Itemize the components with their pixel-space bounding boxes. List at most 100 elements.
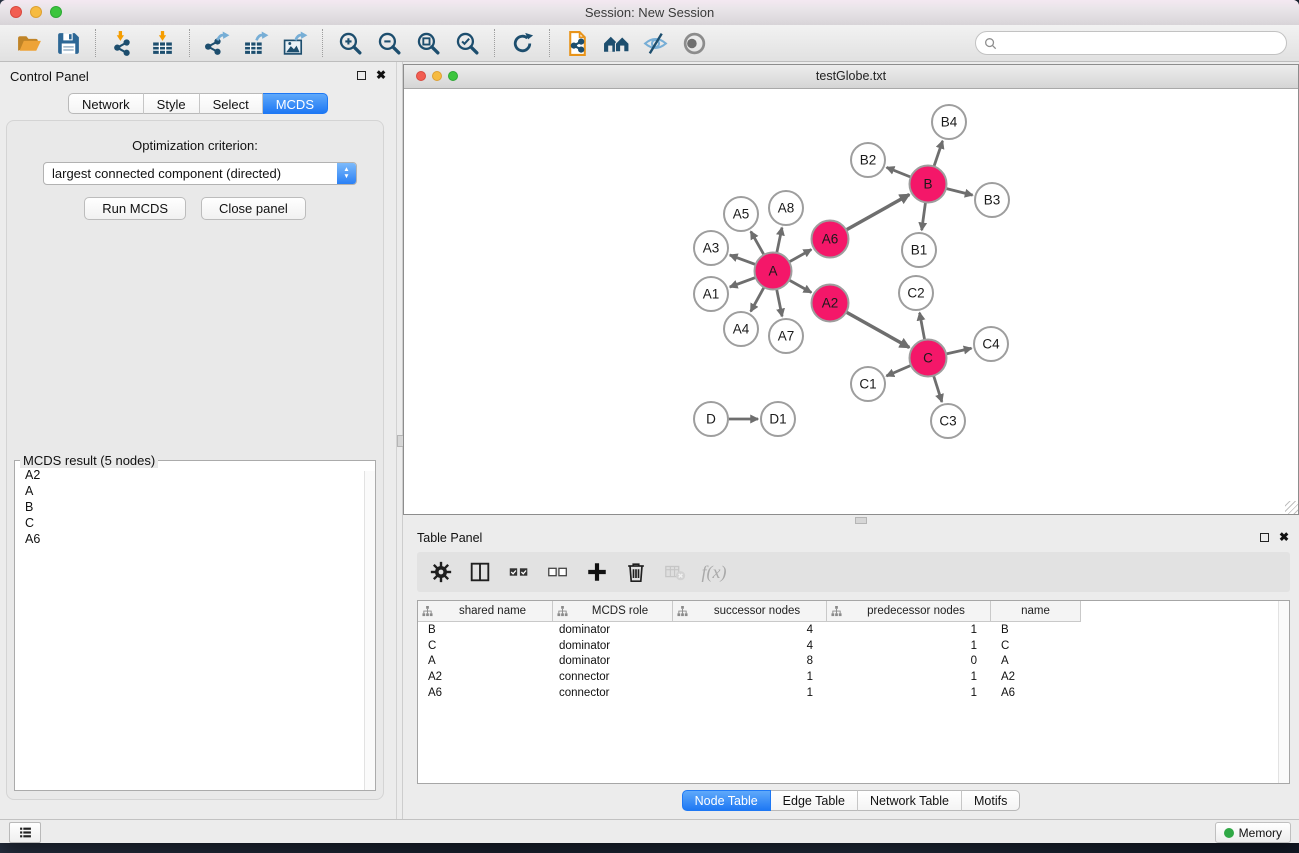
result-scrollbar[interactable] — [364, 471, 375, 790]
run-mcds-button[interactable]: Run MCDS — [84, 197, 186, 220]
table-row[interactable]: A2connector11A2 — [418, 669, 1081, 685]
network-canvas[interactable]: B4B2BB3A5A8A6B1A3AC2A1A2A4A7C4CC1C3DD1 — [404, 89, 1298, 514]
table-scrollbar[interactable] — [1278, 601, 1289, 783]
float-panel-icon[interactable] — [357, 71, 366, 80]
export-network-button[interactable] — [198, 27, 237, 59]
graph-node-A6[interactable]: A6 — [812, 221, 849, 258]
graph-node-C4[interactable]: C4 — [974, 327, 1008, 361]
table-cell[interactable]: 1 — [827, 624, 991, 636]
graph-node-B2[interactable]: B2 — [851, 143, 885, 177]
gear-button[interactable] — [426, 557, 456, 587]
split-column-button[interactable] — [465, 557, 495, 587]
table-row[interactable]: Bdominator41B — [418, 622, 1081, 638]
net-minimize-button[interactable] — [432, 71, 442, 81]
tab-network-table[interactable]: Network Table — [858, 790, 962, 811]
zoom-fit-button[interactable] — [409, 27, 448, 59]
graph-node-B1[interactable]: B1 — [902, 233, 936, 267]
graph-node-C2[interactable]: C2 — [899, 276, 933, 310]
checked-rows-button[interactable] — [504, 557, 534, 587]
graph-node-A[interactable]: A — [755, 253, 792, 290]
table-cell[interactable]: B — [991, 624, 1081, 636]
import-table-button[interactable] — [143, 27, 182, 59]
tab-mcds[interactable]: MCDS — [263, 93, 328, 114]
graph-node-A3[interactable]: A3 — [694, 231, 728, 265]
net-close-button[interactable] — [416, 71, 426, 81]
graph-node-A4[interactable]: A4 — [724, 312, 758, 346]
table-cell[interactable]: A — [991, 655, 1081, 667]
table-cell[interactable]: 4 — [673, 640, 827, 652]
table-cell[interactable]: C — [418, 640, 553, 652]
import-network-button[interactable] — [104, 27, 143, 59]
close-window-button[interactable] — [10, 6, 22, 18]
table-row[interactable]: Adominator80A — [418, 654, 1081, 670]
table-cell[interactable]: 1 — [827, 640, 991, 652]
zoom-in-button[interactable] — [331, 27, 370, 59]
memory-button[interactable]: Memory — [1215, 822, 1291, 843]
graph-node-A2[interactable]: A2 — [812, 285, 849, 322]
table-cell[interactable]: dominator — [553, 624, 673, 636]
save-button[interactable] — [49, 27, 88, 59]
graph-node-A7[interactable]: A7 — [769, 319, 803, 353]
tab-motifs[interactable]: Motifs — [962, 790, 1020, 811]
graph-node-A8[interactable]: A8 — [769, 191, 803, 225]
vertical-splitter[interactable] — [396, 62, 403, 820]
zoom-window-button[interactable] — [50, 6, 62, 18]
graph-node-B4[interactable]: B4 — [932, 105, 966, 139]
graph-node-B3[interactable]: B3 — [975, 183, 1009, 217]
zoom-selected-button[interactable] — [448, 27, 487, 59]
column-header-shared-name[interactable]: shared name — [418, 601, 553, 621]
search-input[interactable] — [1002, 35, 1278, 51]
eye-button[interactable] — [675, 27, 714, 59]
eye-slash-button[interactable] — [636, 27, 675, 59]
column-header-MCDS-role[interactable]: MCDS role — [553, 601, 673, 621]
task-list-button[interactable] — [9, 822, 41, 843]
table-cell[interactable]: 4 — [673, 624, 827, 636]
tab-edge-table[interactable]: Edge Table — [771, 790, 858, 811]
table-cell[interactable]: A — [418, 655, 553, 667]
search-box[interactable] — [975, 31, 1287, 55]
tab-node-table[interactable]: Node Table — [682, 790, 771, 811]
graph-node-A5[interactable]: A5 — [724, 197, 758, 231]
double-house-button[interactable] — [597, 27, 636, 59]
net-zoom-button[interactable] — [448, 71, 458, 81]
table-cell[interactable]: C — [991, 640, 1081, 652]
graph-node-B[interactable]: B — [910, 166, 947, 203]
graph-node-D1[interactable]: D1 — [761, 402, 795, 436]
tab-style[interactable]: Style — [144, 93, 200, 114]
table-cell[interactable]: A6 — [418, 687, 553, 699]
table-cell[interactable]: A6 — [991, 687, 1081, 699]
tab-select[interactable]: Select — [200, 93, 263, 114]
table-cell[interactable]: 0 — [827, 655, 991, 667]
table-cell[interactable]: connector — [553, 687, 673, 699]
tab-network[interactable]: Network — [68, 93, 144, 114]
export-image-button[interactable] — [276, 27, 315, 59]
graph-node-D[interactable]: D — [694, 402, 728, 436]
graph-node-C3[interactable]: C3 — [931, 404, 965, 438]
graph-node-A1[interactable]: A1 — [694, 277, 728, 311]
table-cell[interactable]: 1 — [673, 671, 827, 683]
minimize-window-button[interactable] — [30, 6, 42, 18]
table-row[interactable]: Cdominator41C — [418, 638, 1081, 654]
refresh-button[interactable] — [503, 27, 542, 59]
table-cell[interactable]: connector — [553, 671, 673, 683]
close-panel-icon[interactable]: ✖ — [1279, 532, 1289, 542]
close-panel-button[interactable]: Close panel — [201, 197, 306, 220]
table-cell[interactable]: 1 — [827, 671, 991, 683]
document-share-button[interactable] — [558, 27, 597, 59]
splitter-grip[interactable] — [855, 517, 867, 524]
network-graph[interactable]: B4B2BB3A5A8A6B1A3AC2A1A2A4A7C4CC1C3DD1 — [404, 89, 1298, 514]
table-cell[interactable]: B — [418, 624, 553, 636]
table-cell[interactable]: dominator — [553, 655, 673, 667]
zoom-out-button[interactable] — [370, 27, 409, 59]
column-header-name[interactable]: name — [991, 601, 1081, 621]
plus-button[interactable] — [582, 557, 612, 587]
float-panel-icon[interactable] — [1260, 533, 1269, 542]
column-header-predecessor-nodes[interactable]: predecessor nodes — [827, 601, 991, 621]
table-cell[interactable]: 1 — [827, 687, 991, 699]
horizontal-splitter[interactable] — [403, 515, 1299, 524]
table-cell[interactable]: A2 — [418, 671, 553, 683]
graph-node-C1[interactable]: C1 — [851, 367, 885, 401]
close-panel-icon[interactable]: ✖ — [376, 70, 386, 80]
table-cell[interactable]: 1 — [673, 687, 827, 699]
column-header-successor-nodes[interactable]: successor nodes — [673, 601, 827, 621]
